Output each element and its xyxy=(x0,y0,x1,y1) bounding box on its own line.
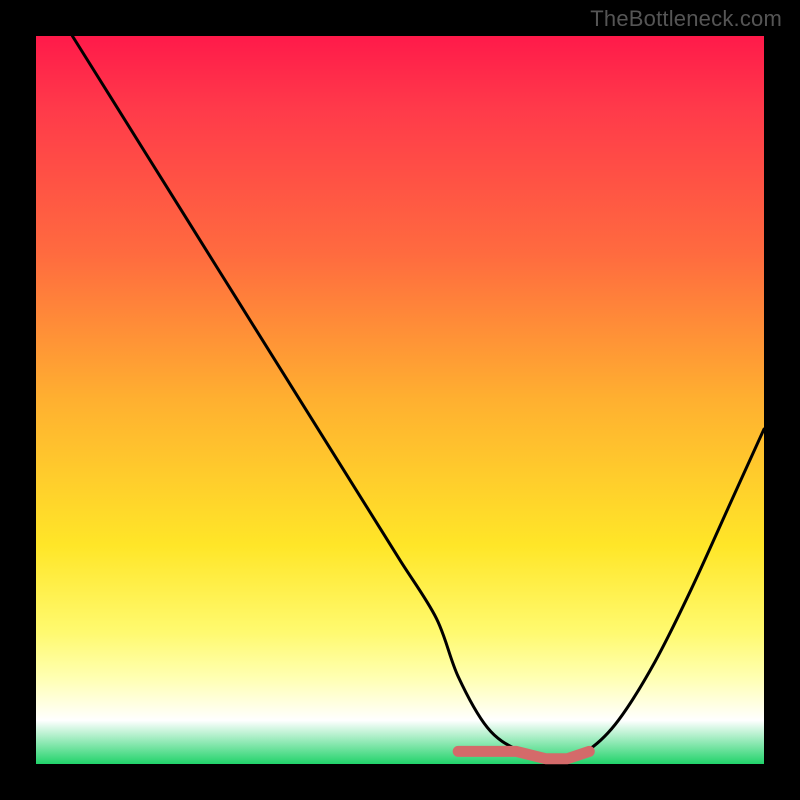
watermark-text: TheBottleneck.com xyxy=(590,6,782,32)
nadir-marker xyxy=(458,751,589,758)
chart-frame: TheBottleneck.com xyxy=(0,0,800,800)
chart-overlay xyxy=(36,36,764,764)
bottleneck-curve xyxy=(72,36,764,758)
